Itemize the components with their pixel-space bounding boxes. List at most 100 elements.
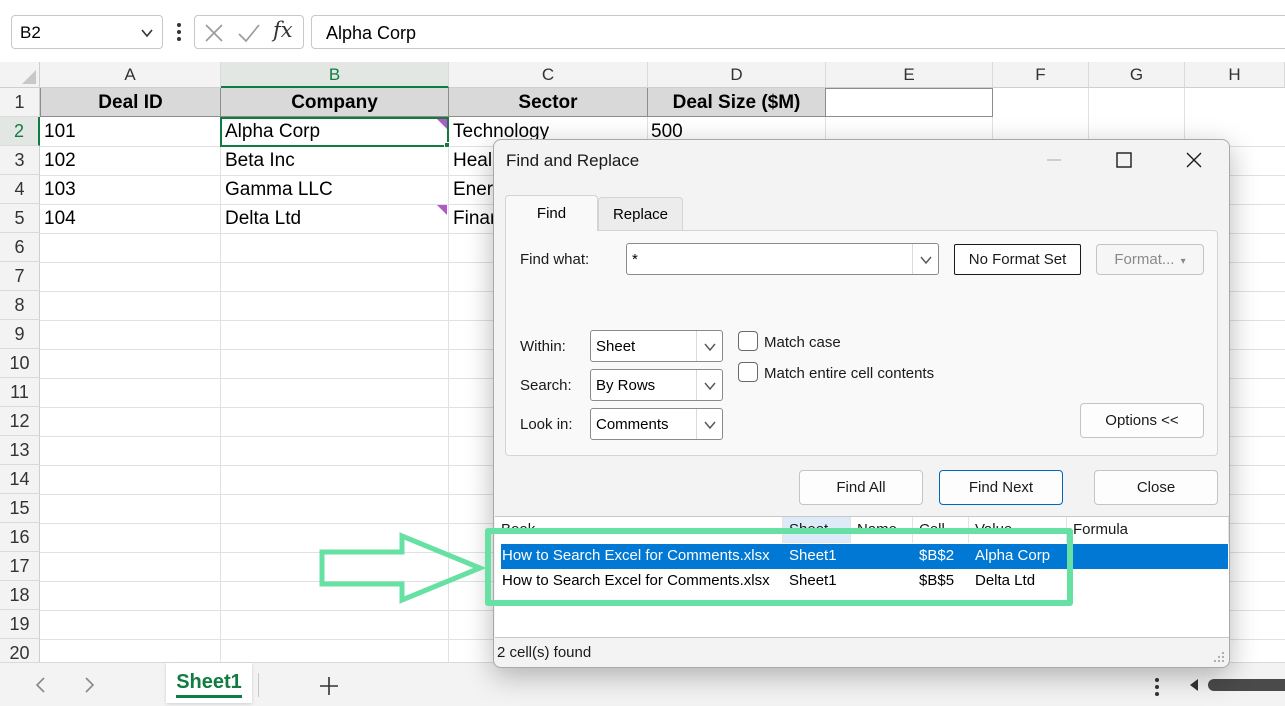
close-button[interactable]: Close — [1094, 470, 1218, 505]
confirm-check-icon[interactable] — [237, 22, 261, 44]
row-header-1[interactable]: 1 — [0, 88, 40, 117]
cell-b5[interactable]: Delta Ltd — [225, 204, 435, 233]
search-label: Search: — [520, 377, 572, 394]
column-header-c[interactable]: C — [449, 62, 648, 88]
chevron-down-icon — [704, 343, 716, 352]
column-header-f[interactable]: F — [993, 62, 1089, 88]
cell-b4[interactable]: Gamma LLC — [225, 175, 435, 204]
minimize-icon[interactable] — [1044, 150, 1064, 170]
search-order-select[interactable]: By Rows — [590, 369, 723, 401]
close-icon[interactable] — [1184, 150, 1204, 170]
within-value: Sheet — [596, 338, 636, 355]
find-what-value: * — [632, 251, 638, 268]
more-options-icon[interactable] — [174, 20, 184, 44]
match-entire-checkbox[interactable] — [738, 362, 758, 382]
look-in-select[interactable]: Comments — [590, 408, 723, 440]
cell-a2[interactable]: 101 — [44, 117, 216, 146]
chevron-down-icon[interactable] — [140, 26, 154, 40]
cell-e1[interactable] — [825, 88, 993, 117]
cell-a4[interactable]: 103 — [44, 175, 216, 204]
row-header-2[interactable]: 2 — [0, 117, 40, 146]
row-header-12[interactable]: 12 — [0, 407, 40, 436]
tab-find[interactable]: Find — [505, 195, 598, 231]
cell-d1[interactable]: Deal Size ($M) — [648, 88, 826, 117]
formula-input-value: Alpha Corp — [326, 23, 417, 43]
column-header-b[interactable]: B — [221, 62, 449, 88]
formula-bar: B2 fx Alpha Corp — [0, 0, 1285, 62]
column-header-d[interactable]: D — [648, 62, 826, 88]
row-header-5[interactable]: 5 — [0, 204, 40, 233]
row-header-19[interactable]: 19 — [0, 610, 40, 639]
scroll-left-icon[interactable] — [1188, 678, 1200, 692]
format-button[interactable]: Format... ▾ — [1096, 244, 1204, 275]
find-what-dropdown[interactable] — [912, 244, 938, 274]
add-sheet-icon[interactable] — [318, 675, 340, 697]
find-what-label: Find what: — [520, 251, 590, 268]
find-tab-panel: Find what: * No Format Set Format... ▾ W… — [505, 230, 1218, 456]
look-in-value: Comments — [596, 416, 669, 433]
row-header-20[interactable]: 20 — [0, 639, 40, 662]
within-select[interactable]: Sheet — [590, 330, 723, 362]
insert-function-icon[interactable]: fx — [273, 18, 293, 42]
match-case-checkbox[interactable] — [738, 331, 758, 351]
arrow-right-icon — [319, 532, 487, 604]
active-cell-border — [220, 117, 449, 147]
results-col-formula[interactable]: Formula — [1067, 517, 1229, 543]
row-header-15[interactable]: 15 — [0, 494, 40, 523]
row-header-4[interactable]: 4 — [0, 175, 40, 204]
row-header-16[interactable]: 16 — [0, 523, 40, 552]
sheet-tab-label: Sheet1 — [176, 671, 242, 698]
dialog-title: Find and Replace — [506, 151, 640, 170]
comment-indicator-icon[interactable] — [437, 205, 447, 215]
row-header-10[interactable]: 10 — [0, 349, 40, 378]
cell-a1[interactable]: Deal ID — [40, 88, 221, 117]
row-header-9[interactable]: 9 — [0, 320, 40, 349]
tab-replace[interactable]: Replace — [598, 197, 683, 231]
name-box-value: B2 — [20, 23, 41, 42]
search-order-value: By Rows — [596, 377, 656, 394]
row-header-18[interactable]: 18 — [0, 581, 40, 610]
cell-b1[interactable]: Company — [221, 88, 449, 117]
cell-a5[interactable]: 104 — [44, 204, 216, 233]
formula-bar-buttons: fx — [194, 15, 304, 49]
row-header-11[interactable]: 11 — [0, 378, 40, 407]
name-box[interactable]: B2 — [11, 15, 163, 49]
comment-indicator-icon[interactable] — [437, 119, 447, 129]
resize-grip-icon[interactable] — [1213, 651, 1225, 663]
formula-input[interactable]: Alpha Corp — [311, 15, 1285, 49]
row-header-6[interactable]: 6 — [0, 233, 40, 262]
find-next-button[interactable]: Find Next — [939, 470, 1063, 505]
within-label: Within: — [520, 338, 566, 355]
column-header-a[interactable]: A — [40, 62, 221, 88]
chevron-down-icon — [704, 382, 716, 391]
cancel-icon[interactable] — [203, 22, 225, 44]
maximize-icon[interactable] — [1114, 150, 1134, 170]
more-options-icon[interactable] — [1153, 677, 1161, 697]
select-all-corner[interactable] — [0, 62, 40, 88]
chevron-right-icon[interactable] — [80, 675, 98, 695]
fill-handle[interactable] — [444, 142, 450, 148]
row-header-17[interactable]: 17 — [0, 552, 40, 581]
row-header-13[interactable]: 13 — [0, 436, 40, 465]
row-header-3[interactable]: 3 — [0, 146, 40, 175]
cell-a3[interactable]: 102 — [44, 146, 216, 175]
column-header-h[interactable]: H — [1185, 62, 1285, 88]
tab-divider — [258, 673, 259, 697]
sheet-tab-bar: Sheet1 — [0, 662, 1285, 706]
horizontal-scrollbar-thumb[interactable] — [1208, 679, 1285, 691]
row-header-7[interactable]: 7 — [0, 262, 40, 291]
cell-c1[interactable]: Sector — [449, 88, 648, 117]
results-status: 2 cell(s) found — [497, 644, 592, 661]
row-header-14[interactable]: 14 — [0, 465, 40, 494]
find-all-button[interactable]: Find All — [799, 470, 923, 505]
chevron-down-icon — [920, 256, 932, 265]
column-header-e[interactable]: E — [826, 62, 993, 88]
cell-b3[interactable]: Beta Inc — [225, 146, 435, 175]
column-header-g[interactable]: G — [1089, 62, 1185, 88]
options-button[interactable]: Options << — [1080, 403, 1204, 438]
look-in-label: Look in: — [520, 416, 573, 433]
find-what-input[interactable]: * — [626, 243, 939, 275]
chevron-left-icon[interactable] — [32, 675, 50, 695]
row-header-8[interactable]: 8 — [0, 291, 40, 320]
sheet-tab-sheet1[interactable]: Sheet1 — [166, 663, 252, 703]
